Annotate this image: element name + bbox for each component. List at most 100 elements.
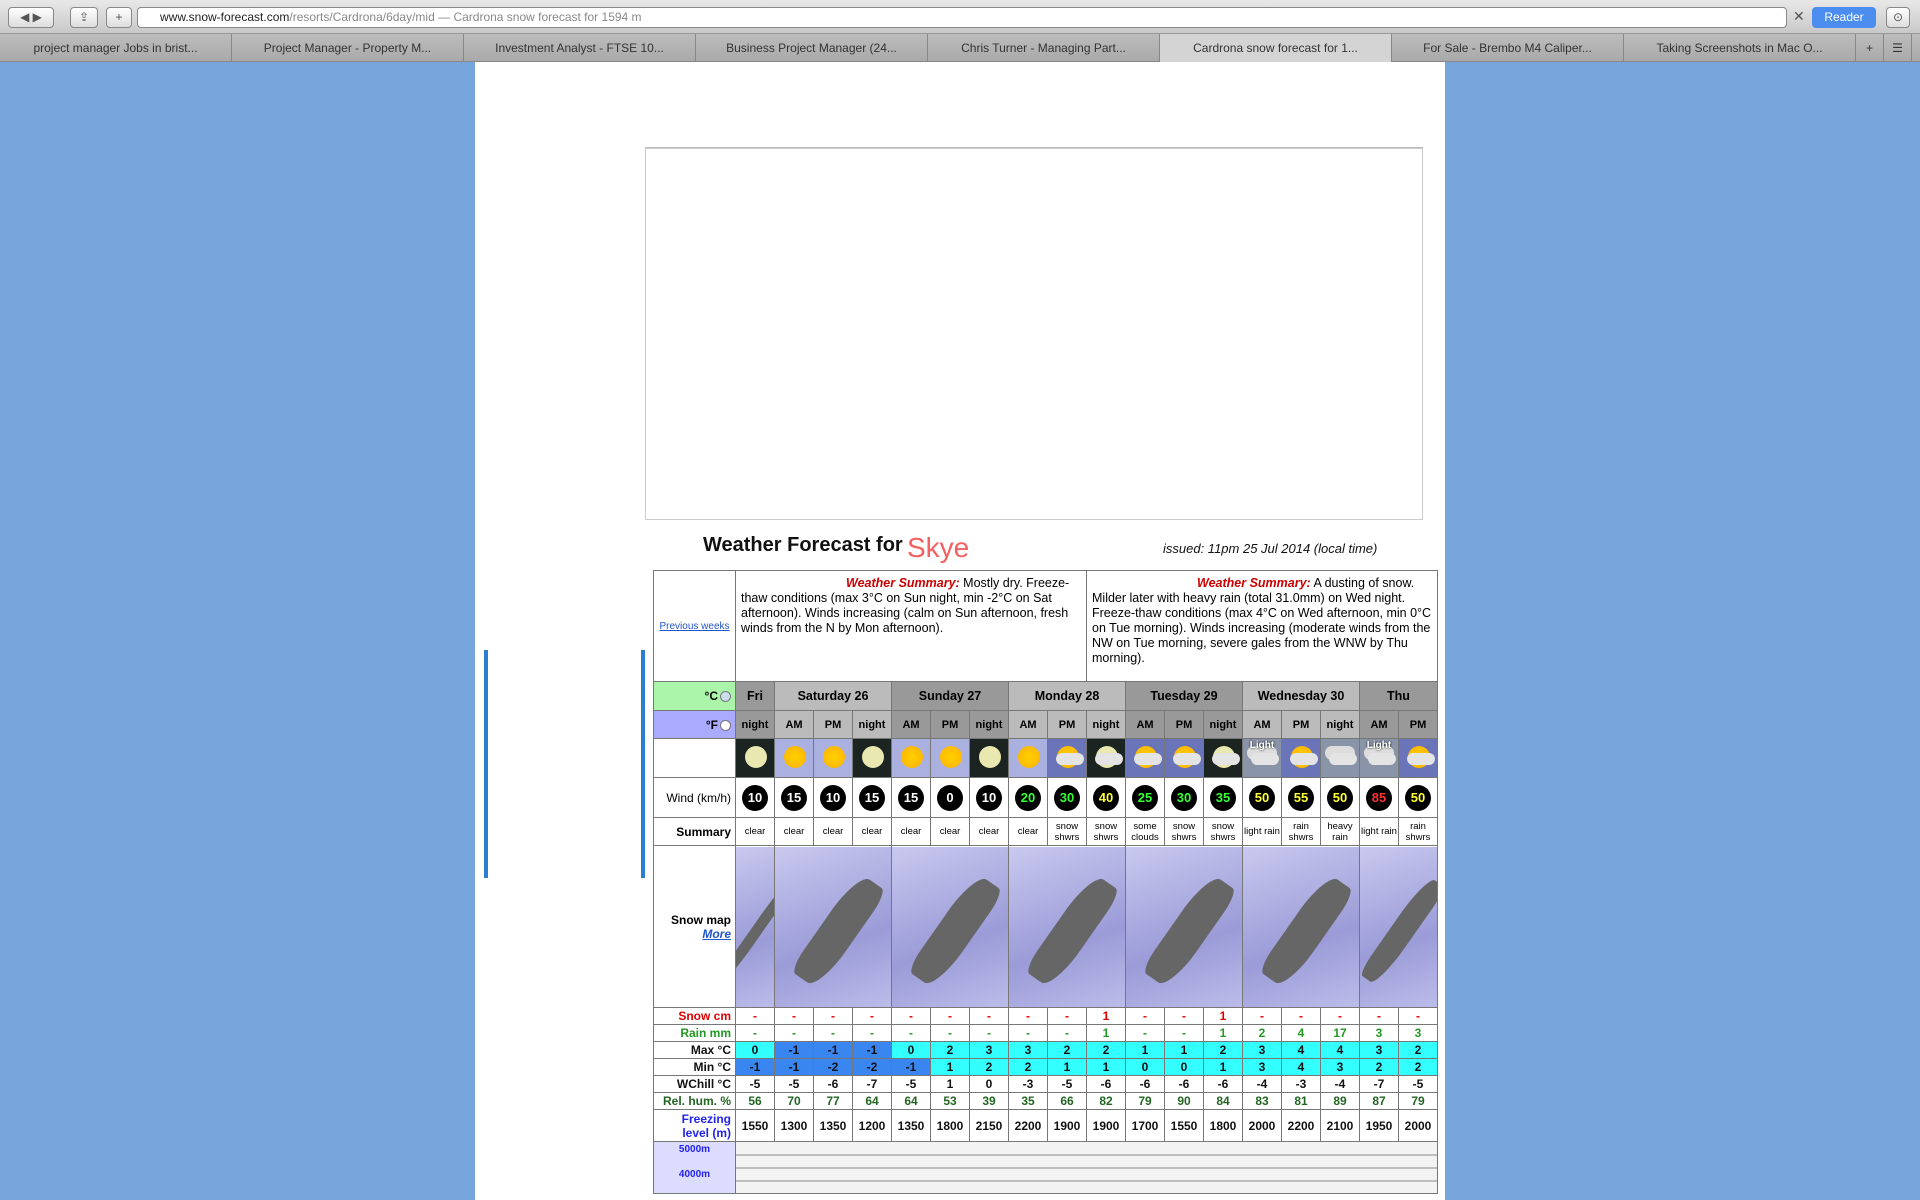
wind-speed-badge: 10 [820,784,846,811]
wchill-cell: 0 [969,1075,1009,1093]
snow-map-image[interactable] [1243,846,1359,1007]
add-bookmark-button[interactable]: + [106,7,132,28]
summary-cell: clear [774,817,814,846]
time-period: AM [774,710,814,739]
close-icon[interactable]: ✕ [1793,8,1805,25]
snow-map-image[interactable] [892,846,1008,1007]
hum-cell: 79 [1398,1092,1438,1110]
hum-cell: 84 [1203,1092,1243,1110]
snowmap-more-link[interactable]: More [702,927,731,941]
min-cell: -1 [891,1058,931,1076]
rain-showers-icon [1399,739,1437,777]
url-domain: www.snow-forecast.com [160,10,290,24]
celsius-toggle[interactable]: °C [653,681,736,711]
address-bar[interactable]: www.snow-forecast.com/resorts/Cardrona/6… [137,7,1787,28]
snow-map-image[interactable] [1126,846,1242,1007]
max-cell: 1 [1125,1041,1165,1059]
cloud-shape [1290,753,1318,765]
table-row: Min °C -1 -1 -2 -2 -1 1 2 2 1 1 0 0 1 3 4 3 2 2 [653,1058,1438,1076]
snow-cell: - [1320,1007,1360,1025]
clear-night-icon [853,739,891,777]
snow-map-image[interactable] [1360,846,1437,1007]
hum-cell: 66 [1047,1092,1087,1110]
max-cell: 4 [1281,1041,1321,1059]
snow-map-image[interactable] [735,845,775,1008]
browser-tab[interactable]: Chris Turner - Managing Part... [928,34,1160,62]
freezing-cell: 2000 [1242,1109,1282,1142]
browser-tab[interactable]: Taking Screenshots in Mac O... [1624,34,1856,62]
rain-cell: 4 [1281,1024,1321,1042]
browser-tab[interactable]: Cardrona snow forecast for 1... [1160,34,1392,62]
wind-cell: 10 [813,777,853,818]
snow-label: Snow cm [653,1007,736,1025]
table-row: WChill °C -5 -5 -6 -7 -5 1 0 -3 -5 -6 -6 -6 -6 -4 -3 -4-… [653,1075,1438,1093]
snow-map-image[interactable] [775,846,891,1007]
tab-overview-button[interactable]: ☰ [1884,34,1912,62]
celsius-radio[interactable] [720,691,731,703]
table-row: 5000m 4000m [653,1141,1438,1194]
clear-night-icon [735,738,775,778]
wind-cell: 30 [1164,777,1204,818]
wchill-cell: -5 [735,1075,775,1093]
hum-cell: 79 [1125,1092,1165,1110]
snow-map-image[interactable] [891,845,1009,1008]
browser-tab[interactable]: Business Project Manager (24... [696,34,928,62]
time-period: PM [930,710,970,739]
browser-tab[interactable]: For Sale - Brembo M4 Caliper... [1392,34,1624,62]
time-period: AM [1008,710,1048,739]
freezing-cell: 2200 [1008,1109,1048,1142]
scroll-indicator [641,650,645,878]
new-tab-button[interactable]: + [1856,34,1884,62]
browser-tab[interactable]: project manager Jobs in brist... [0,34,232,62]
snow-cell: - [1242,1007,1282,1025]
summary-label: Summary [653,817,736,846]
back-forward-buttons[interactable]: ◀ ▶ [8,7,54,28]
snow-map-image[interactable] [1359,845,1438,1008]
share-button[interactable]: ⇪ [70,7,98,28]
snow-showers-icon [1048,739,1086,777]
fahrenheit-toggle[interactable]: °F [653,710,736,739]
downloads-icon[interactable]: ⊙ [1886,7,1910,28]
hum-cell: 53 [930,1092,970,1110]
blank-cell [653,738,736,778]
max-cell: 2 [1398,1041,1438,1059]
summary-cell: snow shwrs [1047,817,1087,846]
wind-speed-badge: 50 [1249,784,1275,811]
wind-speed-badge: 15 [898,784,924,811]
snow-map-image[interactable] [774,845,892,1008]
rain-cell: 17 [1320,1024,1360,1042]
snow-map-image[interactable] [1242,845,1360,1008]
fahrenheit-radio[interactable] [720,719,731,731]
wind-speed-badge: 10 [742,784,768,811]
snow-showers-icon [1164,738,1204,778]
snow-map-image[interactable] [736,846,774,1007]
snow-map-image[interactable] [1125,845,1243,1008]
min-cell: -2 [813,1058,853,1076]
url-path: /resorts/Cardrona/6day/mid [289,10,435,24]
summary-cell: heavy rain [1320,817,1360,846]
hum-cell: 82 [1086,1092,1126,1110]
snow-map-image[interactable] [1008,845,1126,1008]
previous-weeks-link[interactable]: Previous weeks [659,621,729,632]
cloud-shape [1134,753,1162,765]
snow-map-image[interactable] [1009,846,1125,1007]
browser-tab[interactable]: Project Manager - Property M... [232,34,464,62]
new-zealand-shape [907,871,1005,990]
freezing-cell: 1550 [1164,1109,1204,1142]
time-period: night [1086,710,1126,739]
min-cell: -2 [852,1058,892,1076]
reader-button[interactable]: Reader [1812,7,1876,28]
hum-cell: 83 [1242,1092,1282,1110]
snow-cell: 1 [1086,1007,1126,1025]
wchill-cell: -5 [774,1075,814,1093]
wchill-cell: -3 [1281,1075,1321,1093]
cloud-shape [1212,753,1240,765]
sun-shape [784,746,806,768]
freezing-cell: 1900 [1086,1109,1126,1142]
summary-cell: clear [852,817,892,846]
some-clouds-icon [1126,739,1164,777]
previous-weeks-link[interactable]: Previous weeks [653,570,736,682]
summary-heading: Weather Summary: [1197,576,1311,590]
wind-cell: 50 [1398,777,1438,818]
browser-tab[interactable]: Investment Analyst - FTSE 10... [464,34,696,62]
